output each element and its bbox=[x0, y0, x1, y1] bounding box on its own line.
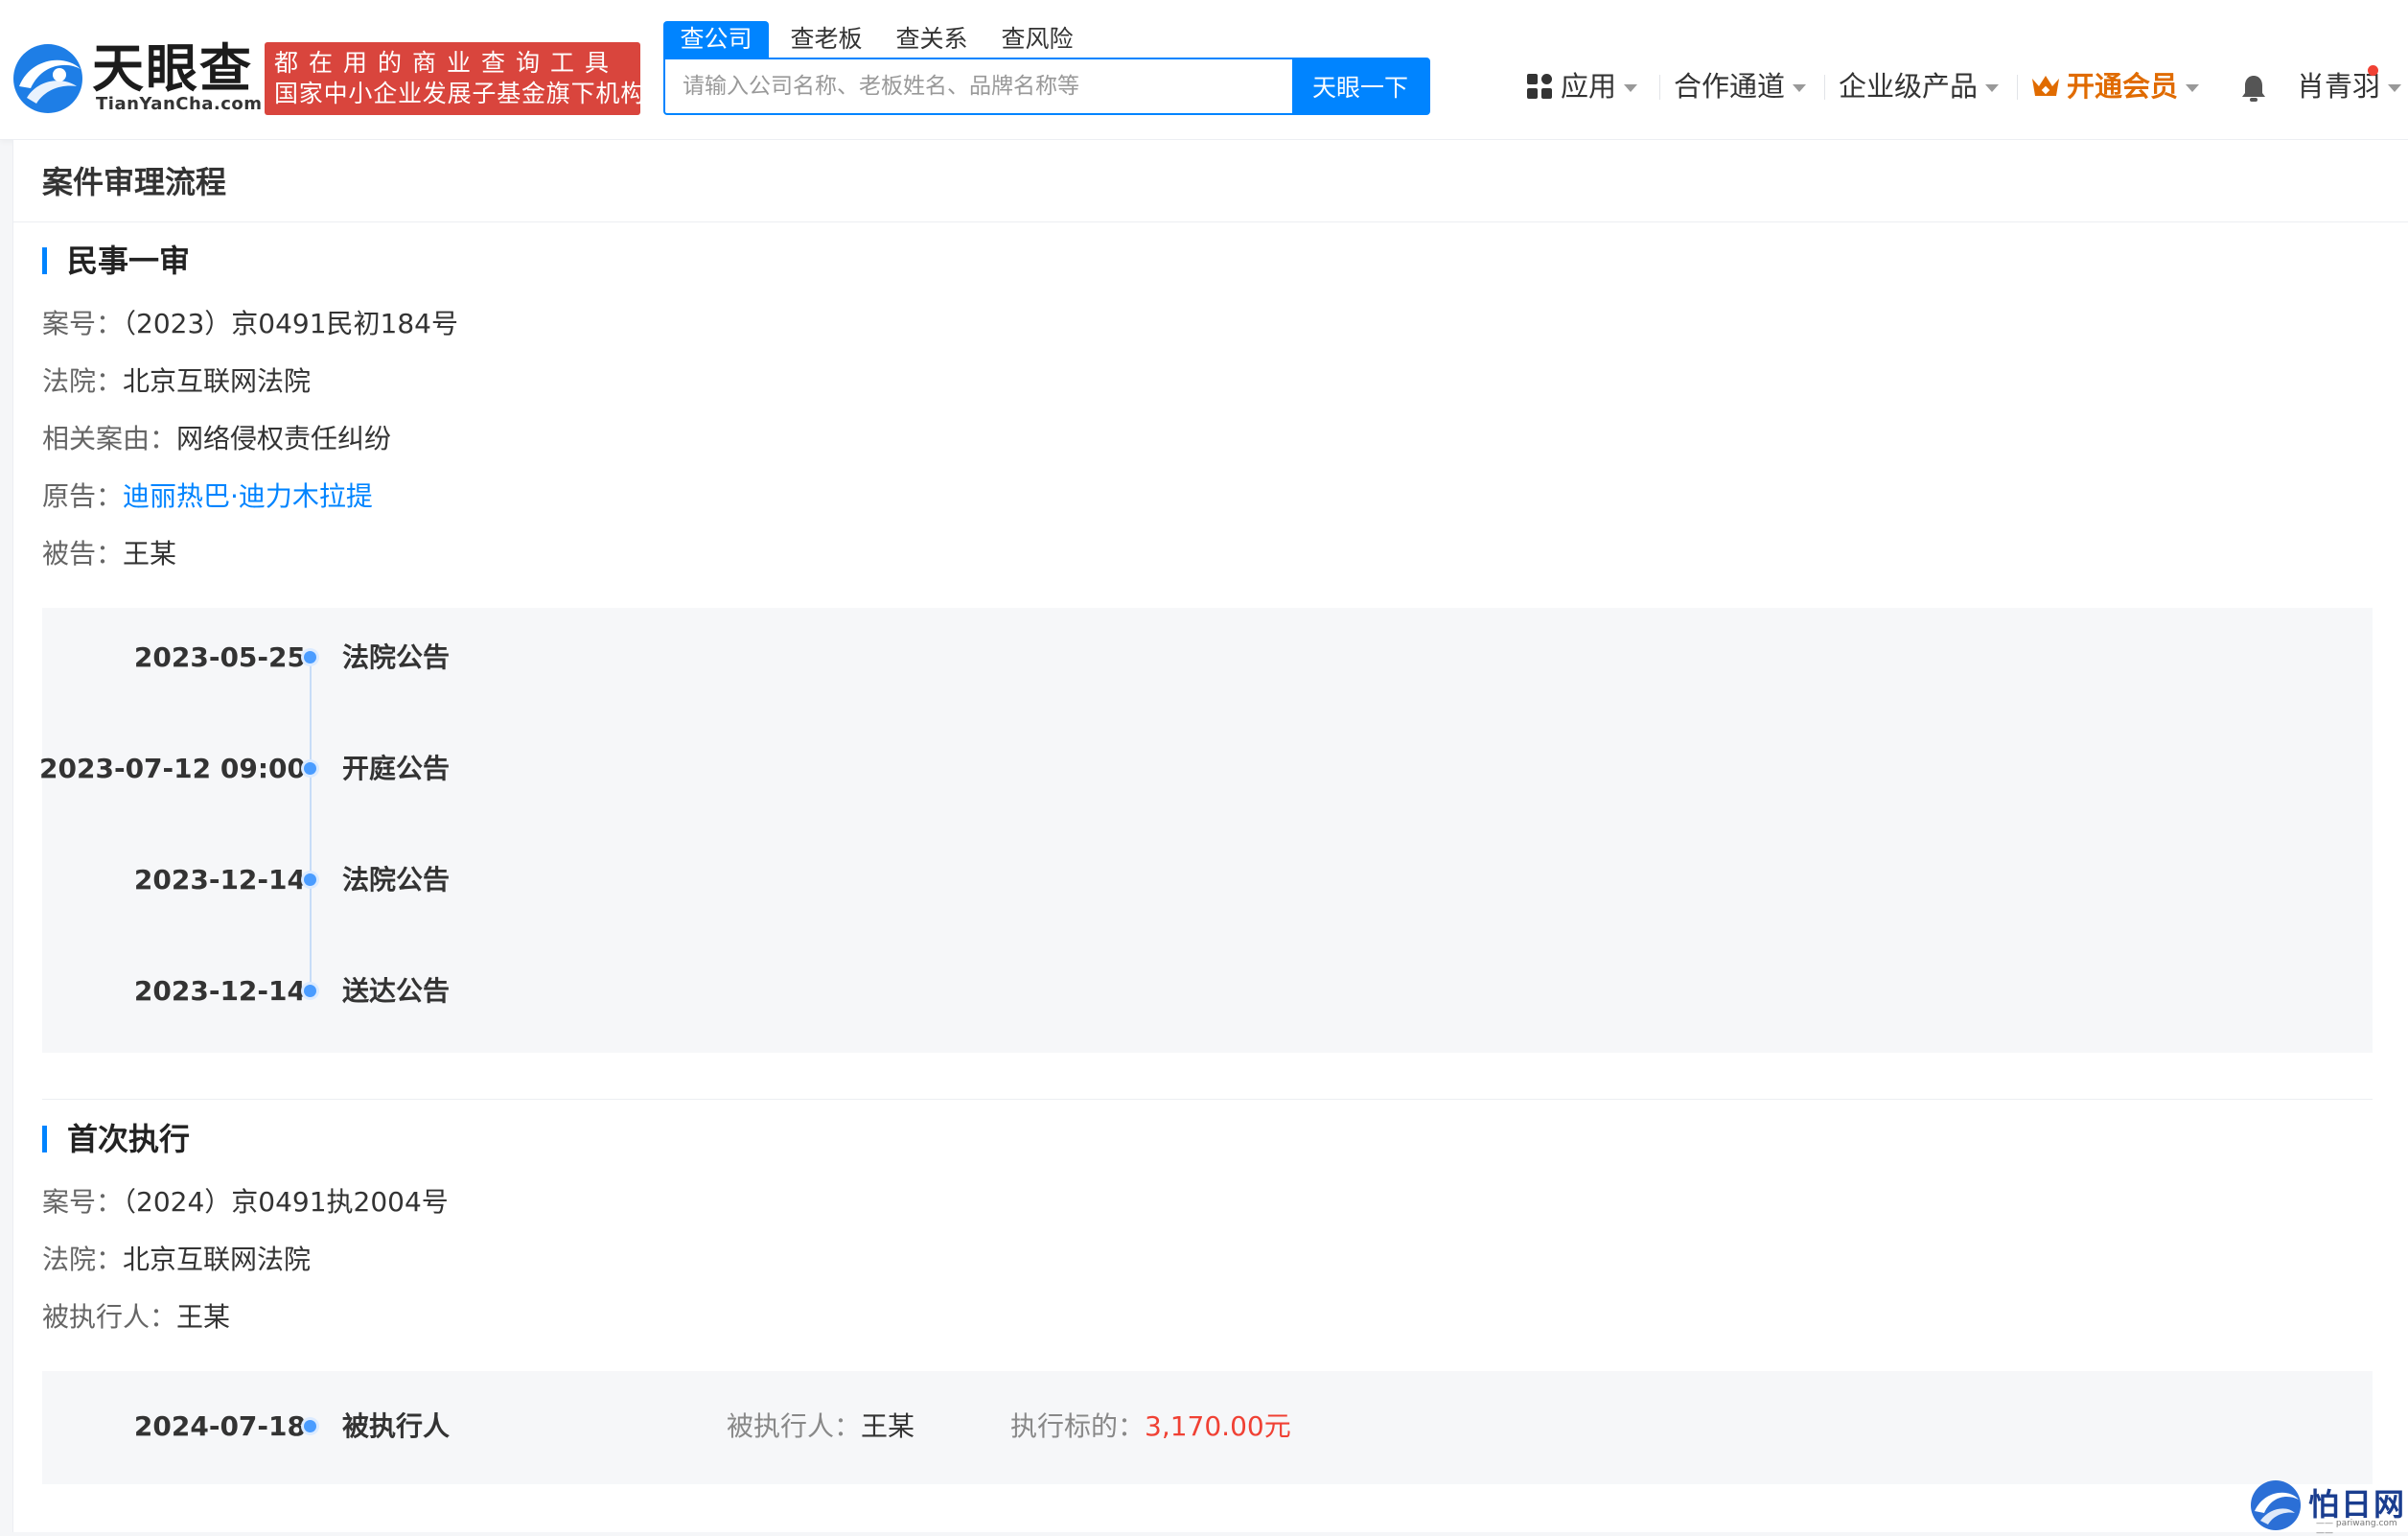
tianyancha-logo[interactable]: 天眼查 TianYanCha.com bbox=[10, 38, 262, 119]
section-divider bbox=[42, 1099, 2373, 1100]
case-process-card: 案件审理流程 民事一审 案号：（2023）京0491民初184号 法院：北京互联… bbox=[12, 140, 2408, 1532]
section-title-civil-first-instance: 民事一审 bbox=[42, 240, 190, 282]
nav-apps[interactable]: 应用 bbox=[1526, 67, 1638, 105]
notification-dot bbox=[2368, 65, 2378, 76]
watermark: 怕日网 —— pariwang.com —— bbox=[2245, 1477, 2408, 1536]
case-number-label: 案号： bbox=[42, 1186, 124, 1218]
executee-row: 被执行人：王某 bbox=[42, 1298, 230, 1337]
divider bbox=[13, 221, 2408, 222]
timeline-dot bbox=[304, 1420, 316, 1432]
court-value: 北京互联网法院 bbox=[123, 365, 312, 397]
nav-cooperation[interactable]: 合作通道 bbox=[1674, 67, 1807, 105]
timeline-executee: 被执行人：王某 bbox=[727, 1408, 915, 1446]
slogan-line-2: 国家中小企业发展子基金旗下机构 bbox=[274, 80, 646, 107]
case-cause-label: 相关案由： bbox=[42, 423, 177, 454]
timeline-date: 2023-12-14 bbox=[133, 864, 306, 896]
timeline-amount-value: 3,170.00元 bbox=[1145, 1410, 1291, 1442]
nav-divider bbox=[2017, 75, 2018, 100]
timeline-item: 2023-12-14 法院公告 bbox=[42, 861, 2373, 899]
case-number-label: 案号： bbox=[42, 308, 124, 339]
nav-apps-label: 应用 bbox=[1561, 70, 1617, 103]
timeline-event[interactable]: 开庭公告 bbox=[342, 750, 450, 788]
nav-enterprise-label: 企业级产品 bbox=[1839, 70, 1979, 103]
nav-enterprise[interactable]: 企业级产品 bbox=[1839, 67, 2000, 105]
defendant-row: 被告：王某 bbox=[42, 535, 176, 573]
executee-value: 王某 bbox=[176, 1301, 231, 1333]
page-title: 案件审理流程 bbox=[42, 164, 227, 200]
case-number-row: 案号：（2023）京0491民初184号 bbox=[42, 305, 458, 343]
apps-grid-icon bbox=[1527, 74, 1552, 99]
tab-boss[interactable]: 查老板 bbox=[778, 21, 874, 58]
timeline-event[interactable]: 被执行人 bbox=[342, 1408, 450, 1446]
defendant-label: 被告： bbox=[42, 538, 124, 570]
timeline-date: 2023-12-14 bbox=[133, 975, 306, 1007]
logo-text-cn: 天眼查 bbox=[92, 38, 253, 99]
timeline-amount: 执行标的：3,170.00元 bbox=[1010, 1408, 1291, 1446]
timeline-first-execution: 2024-07-18 被执行人 被执行人：王某 执行标的：3,170.00元 bbox=[42, 1371, 2373, 1484]
tab-company[interactable]: 查公司 bbox=[663, 21, 769, 58]
timeline-date: 2023-05-25 bbox=[133, 641, 306, 673]
user-name: 肖青羽 bbox=[2297, 70, 2381, 103]
chevron-down-icon bbox=[2186, 84, 2200, 92]
bell-icon[interactable] bbox=[2239, 73, 2268, 104]
crown-icon bbox=[2032, 76, 2059, 96]
court-value: 北京互联网法院 bbox=[123, 1244, 312, 1275]
plaintiff-link[interactable]: 迪丽热巴·迪力木拉提 bbox=[123, 480, 373, 512]
court-label: 法院： bbox=[42, 1244, 124, 1275]
search-box: 天眼一下 bbox=[663, 58, 1430, 115]
search-button[interactable]: 天眼一下 bbox=[1292, 59, 1428, 113]
timeline-dot bbox=[304, 873, 316, 886]
timeline-item: 2024-07-18 被执行人 被执行人：王某 执行标的：3,170.00元 bbox=[42, 1408, 2373, 1446]
court-row: 法院：北京互联网法院 bbox=[42, 1241, 311, 1279]
chevron-down-icon bbox=[1624, 84, 1638, 92]
nav-cooperation-label: 合作通道 bbox=[1674, 70, 1786, 103]
nav-divider bbox=[1659, 75, 1660, 100]
case-cause-value: 网络侵权责任纠纷 bbox=[176, 423, 392, 454]
timeline-dot bbox=[304, 762, 316, 775]
timeline-line bbox=[310, 658, 312, 991]
timeline-dot bbox=[304, 651, 316, 663]
plaintiff-row: 原告：迪丽热巴·迪力木拉提 bbox=[42, 477, 373, 516]
timeline-executee-label: 被执行人： bbox=[727, 1410, 862, 1442]
section-title-first-execution: 首次执行 bbox=[42, 1118, 190, 1160]
top-header: 天眼查 TianYanCha.com 都在用的商业查询工具 国家中小企业发展子基… bbox=[0, 0, 2408, 140]
timeline-date: 2023-07-12 09:00 bbox=[39, 753, 306, 784]
tab-relation[interactable]: 查关系 bbox=[884, 21, 980, 58]
logo-text-en: TianYanCha.com bbox=[96, 94, 263, 114]
chevron-down-icon bbox=[1793, 84, 1807, 92]
court-label: 法院： bbox=[42, 365, 124, 397]
court-row: 法院：北京互联网法院 bbox=[42, 362, 311, 401]
timeline-event[interactable]: 送达公告 bbox=[342, 972, 450, 1011]
timeline-date: 2024-07-18 bbox=[133, 1410, 306, 1442]
executee-label: 被执行人： bbox=[42, 1301, 177, 1333]
defendant-value: 王某 bbox=[123, 538, 177, 570]
nav-user[interactable]: 肖青羽 bbox=[2297, 67, 2402, 105]
plaintiff-label: 原告： bbox=[42, 480, 124, 512]
case-cause-row: 相关案由：网络侵权责任纠纷 bbox=[42, 420, 391, 458]
timeline-item: 2023-12-14 送达公告 bbox=[42, 972, 2373, 1011]
tab-risk[interactable]: 查风险 bbox=[989, 21, 1085, 58]
case-number-value: （2024）京0491执2004号 bbox=[123, 1186, 449, 1218]
timeline-event[interactable]: 法院公告 bbox=[342, 639, 450, 677]
search-input[interactable] bbox=[665, 59, 1292, 113]
chevron-down-icon bbox=[1985, 84, 2000, 92]
nav-vip-label: 开通会员 bbox=[2067, 70, 2179, 103]
timeline-item: 2023-07-12 09:00 开庭公告 bbox=[39, 750, 2373, 788]
timeline-event[interactable]: 法院公告 bbox=[342, 861, 450, 899]
logo-eye-icon bbox=[13, 44, 82, 113]
nav-vip[interactable]: 开通会员 bbox=[2030, 67, 2200, 105]
case-number-row: 案号：（2024）京0491执2004号 bbox=[42, 1183, 449, 1222]
slogan-line-1: 都在用的商业查询工具 bbox=[274, 49, 620, 77]
nav-divider bbox=[1824, 75, 1825, 100]
timeline-amount-label: 执行标的： bbox=[1010, 1410, 1146, 1442]
slogan-banner: 都在用的商业查询工具 国家中小企业发展子基金旗下机构 bbox=[265, 42, 646, 115]
timeline-civil-first-instance: 2023-05-25 法院公告 2023-07-12 09:00 开庭公告 20… bbox=[39, 608, 2373, 1053]
case-number-value: （2023）京0491民初184号 bbox=[123, 308, 458, 339]
timeline-executee-value: 王某 bbox=[861, 1410, 915, 1442]
watermark-logo-icon bbox=[2251, 1480, 2301, 1530]
watermark-subtext: —— pariwang.com —— bbox=[2316, 1519, 2397, 1536]
chevron-down-icon bbox=[2388, 84, 2402, 92]
timeline-dot bbox=[304, 985, 316, 997]
timeline-item: 2023-05-25 法院公告 bbox=[42, 639, 2373, 677]
